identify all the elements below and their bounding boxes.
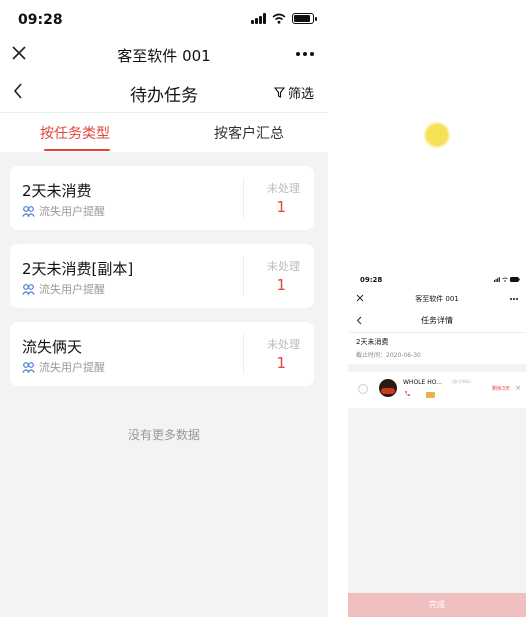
tab-by-customer[interactable]: 按客户汇总 (214, 123, 284, 143)
filter-label: 筛选 (287, 87, 314, 102)
status-time: 09:28 (18, 12, 63, 28)
signal-icon (494, 277, 500, 282)
task-subtitle-text: 流失用户提醒 (39, 283, 105, 296)
task-count: 1 (276, 276, 286, 294)
no-more-data: 没有更多数据 (127, 428, 200, 442)
wifi-icon (502, 277, 508, 282)
card-divider (243, 334, 244, 374)
status-icons (494, 277, 520, 282)
phone-icon[interactable] (404, 390, 411, 397)
app-title: 客至软件 001 (415, 295, 459, 303)
task-status: 未处理 (267, 182, 300, 195)
filter-button[interactable]: 筛选 (273, 83, 314, 102)
sun-decoration (426, 124, 448, 146)
task-card[interactable]: 2天未消费 流失用户提醒 未处理 1 (10, 166, 314, 230)
status-icons (251, 13, 317, 24)
page-title: 任务详情 (421, 316, 453, 325)
task-count: 1 (276, 354, 286, 372)
customer-row[interactable]: WHOLE HO... (账号880) 剩余3天 × (348, 372, 526, 408)
app-titlebar: 客至软件 001 (348, 288, 526, 310)
task-subtitle: 流失用户提醒 (22, 203, 105, 219)
task-subtitle: 流失用户提醒 (22, 281, 105, 297)
screenshot-root: 09:28 客至软件 001 待办任务 筛选 按任务类型 按客户汇总 2天未消费… (0, 0, 532, 617)
select-radio[interactable] (358, 384, 368, 394)
task-list-screen: 09:28 客至软件 001 待办任务 筛选 按任务类型 按客户汇总 2天未消费… (0, 0, 328, 617)
card-divider (243, 178, 244, 218)
tab-bar: 按任务类型 按客户汇总 (0, 112, 328, 152)
app-titlebar: 客至软件 001 (0, 38, 328, 72)
task-deadline: 截止时间：2020-06-30 (356, 352, 421, 359)
task-title: 2天未消费 (22, 182, 92, 200)
more-icon[interactable] (296, 52, 314, 56)
done-button[interactable]: 完成 (348, 593, 526, 617)
battery-icon (510, 277, 520, 282)
tab-by-task-type[interactable]: 按任务类型 (40, 123, 110, 143)
task-subtitle-text: 流失用户提醒 (39, 361, 105, 374)
status-bar: 09:28 (348, 272, 526, 288)
battery-icon (292, 13, 317, 24)
task-detail-screen: 09:28 客至软件 001 任务详情 2天未消费 截止时间：2020-06-3… (348, 272, 526, 617)
task-status: 未处理 (267, 260, 300, 273)
customer-tag: (账号880) (452, 379, 471, 384)
remaining-days: 剩余3天 (491, 386, 510, 392)
task-title: 2天未消费 (356, 338, 389, 346)
users-icon (22, 361, 35, 373)
task-card[interactable]: 流失俩天 流失用户提醒 未处理 1 (10, 322, 314, 386)
coupon-icon[interactable] (426, 392, 435, 398)
task-subtitle: 流失用户提醒 (22, 359, 105, 375)
task-title: 2天未消费[副本] (22, 260, 134, 278)
avatar (379, 379, 397, 397)
status-time: 09:28 (360, 276, 383, 284)
task-info: 2天未消费 截止时间：2020-06-30 (348, 332, 526, 364)
filter-icon (273, 87, 285, 98)
task-card[interactable]: 2天未消费[副本] 流失用户提醒 未处理 1 (10, 244, 314, 308)
wifi-icon (272, 13, 286, 24)
navbar: 待办任务 筛选 (0, 72, 328, 112)
task-title: 流失俩天 (22, 338, 83, 356)
card-divider (243, 256, 244, 296)
status-bar: 09:28 (0, 0, 328, 38)
task-count: 1 (276, 198, 286, 216)
users-icon (22, 283, 35, 295)
navbar: 任务详情 (348, 310, 526, 332)
customer-name: WHOLE HO... (403, 379, 442, 386)
tab-active-indicator (44, 149, 110, 151)
remove-icon[interactable]: × (515, 385, 521, 392)
task-subtitle-text: 流失用户提醒 (39, 205, 105, 218)
task-status: 未处理 (267, 338, 300, 351)
more-icon[interactable] (510, 298, 518, 300)
users-icon (22, 205, 35, 217)
app-title: 客至软件 001 (117, 47, 211, 65)
signal-icon (251, 13, 266, 24)
